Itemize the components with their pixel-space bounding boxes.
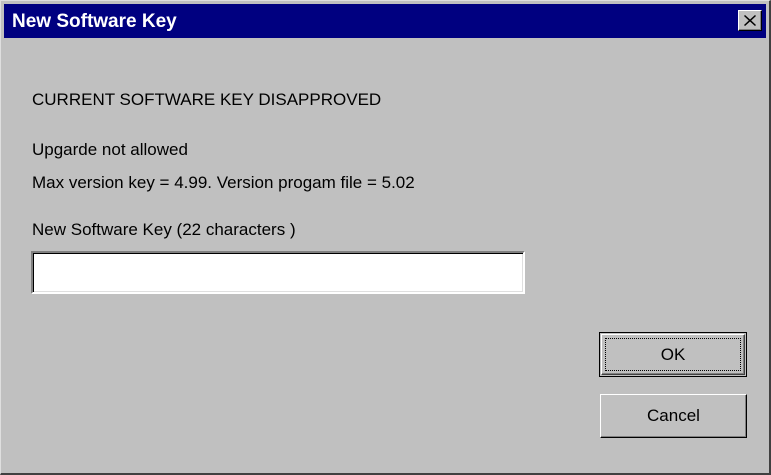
window-title: New Software Key [12, 11, 177, 32]
version-message: Max version key = 4.99. Version progam f… [32, 173, 415, 192]
ok-button-focus-rect: OK [605, 338, 741, 371]
upgrade-message: Upgarde not allowed [32, 140, 188, 159]
close-button[interactable] [738, 10, 762, 31]
ok-button-bevel: OK [601, 334, 745, 375]
software-key-input[interactable] [31, 251, 525, 294]
title-bar[interactable]: New Software Key [4, 4, 766, 38]
ok-button-label: OK [660, 344, 686, 364]
ok-button[interactable]: OK [599, 332, 747, 377]
close-icon [744, 15, 756, 26]
key-field-label: New Software Key (22 characters ) [32, 220, 296, 239]
cancel-button-label: Cancel [647, 406, 700, 425]
status-message: CURRENT SOFTWARE KEY DISAPPROVED [32, 90, 382, 109]
new-software-key-dialog: New Software Key CURRENT SOFTWARE KEY DI… [0, 0, 771, 475]
cancel-button[interactable]: Cancel [600, 394, 747, 438]
